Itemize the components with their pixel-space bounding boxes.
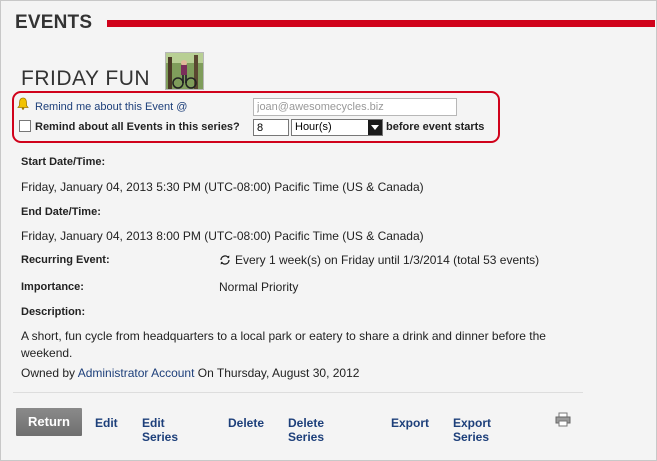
export-series-button[interactable]: Export Series bbox=[453, 416, 491, 444]
start-value: Friday, January 04, 2013 5:30 PM (UTC-08… bbox=[21, 180, 424, 194]
owned-by-prefix: Owned by bbox=[21, 366, 76, 380]
section-title: EVENTS bbox=[15, 12, 93, 33]
importance-label: Importance: bbox=[21, 281, 84, 293]
printer-icon[interactable] bbox=[555, 412, 571, 427]
delete-series-button[interactable]: Delete Series bbox=[288, 416, 324, 444]
owned-by-line: Owned by Administrator Account On Thursd… bbox=[21, 366, 359, 380]
event-thumbnail[interactable] bbox=[165, 52, 204, 90]
recurrence-icon bbox=[220, 255, 230, 265]
description-text: A short, fun cycle from headquarters to … bbox=[21, 329, 546, 360]
events-panel: EVENTS FRIDAY FUN Remind me about this E… bbox=[0, 0, 657, 461]
owner-link[interactable]: Administrator Account bbox=[78, 366, 195, 380]
delete-button[interactable]: Delete bbox=[228, 416, 264, 430]
remind-me-link[interactable]: Remind me about this Event @ bbox=[35, 101, 187, 113]
end-label: End Date/Time: bbox=[21, 206, 101, 218]
owned-date: On Thursday, August 30, 2012 bbox=[197, 366, 360, 380]
before-event-label: before event starts bbox=[386, 121, 485, 133]
return-button[interactable]: Return bbox=[16, 408, 82, 436]
start-label: Start Date/Time: bbox=[21, 156, 106, 168]
series-reminder-label: Remind about all Events in this series? bbox=[35, 121, 240, 133]
export-button[interactable]: Export bbox=[391, 416, 429, 430]
reminder-amount-input[interactable] bbox=[253, 119, 289, 136]
cyclist-photo bbox=[166, 53, 203, 89]
edit-series-button[interactable]: Edit Series bbox=[142, 416, 178, 444]
section-header: EVENTS bbox=[15, 11, 655, 37]
importance-value: Normal Priority bbox=[219, 280, 299, 294]
reminder-unit-value: Hour(s) bbox=[295, 121, 332, 133]
recurring-label: Recurring Event: bbox=[21, 254, 110, 266]
bell-icon bbox=[17, 97, 29, 110]
description-label: Description: bbox=[21, 306, 86, 318]
reminder-email-input[interactable] bbox=[253, 98, 457, 116]
end-value: Friday, January 04, 2013 8:00 PM (UTC-08… bbox=[21, 229, 424, 243]
recurring-value: Every 1 week(s) on Friday until 1/3/2014… bbox=[235, 253, 540, 267]
divider bbox=[13, 392, 583, 393]
event-title: FRIDAY FUN bbox=[21, 67, 151, 90]
header-accent-bar bbox=[107, 20, 655, 27]
series-reminder-checkbox[interactable] bbox=[19, 120, 31, 132]
chevron-down-icon[interactable] bbox=[368, 120, 382, 135]
recurring-value-row: Every 1 week(s) on Friday until 1/3/2014… bbox=[219, 253, 539, 267]
edit-button[interactable]: Edit bbox=[95, 416, 118, 430]
reminder-unit-select[interactable]: Hour(s) bbox=[291, 119, 383, 136]
